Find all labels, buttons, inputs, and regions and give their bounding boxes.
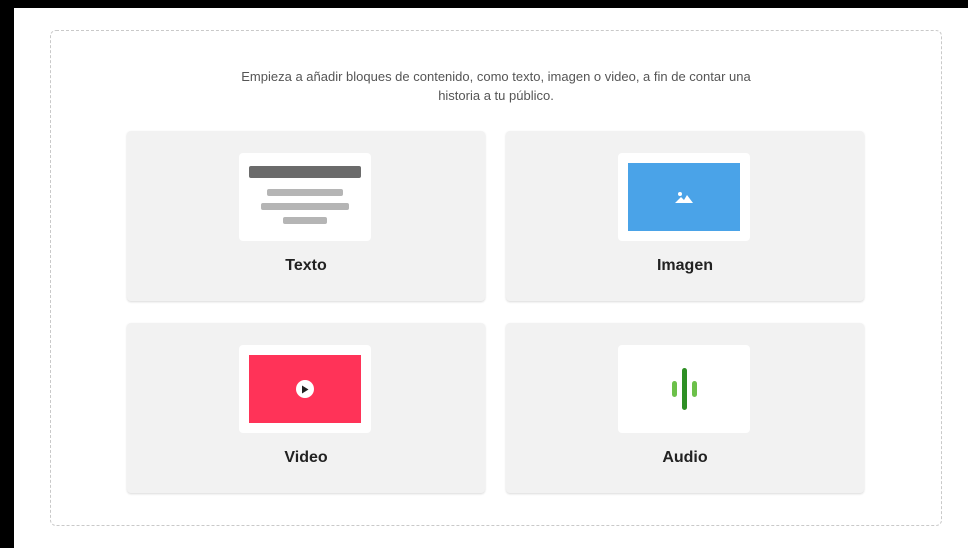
block-label-audio: Audio — [662, 449, 708, 466]
wave-bar — [671, 381, 677, 397]
heading-bar — [249, 166, 361, 178]
video-placeholder — [249, 355, 361, 423]
add-image-block-button[interactable]: Imagen — [506, 131, 864, 301]
play-icon — [296, 380, 314, 398]
block-label-image: Imagen — [656, 257, 713, 274]
video-block-icon — [239, 345, 371, 433]
text-line — [283, 217, 327, 224]
add-audio-block-button[interactable]: Audio — [506, 323, 864, 493]
text-line — [261, 203, 349, 210]
audio-block-icon — [618, 345, 750, 433]
add-video-block-button[interactable]: Video — [127, 323, 485, 493]
block-label-video: Video — [284, 449, 328, 466]
intro-text: Empieza a añadir bloques de contenido, c… — [51, 67, 941, 105]
add-text-block-button[interactable]: Texto — [127, 131, 485, 301]
wave-bar — [681, 368, 687, 410]
editor-frame: Empieza a añadir bloques de contenido, c… — [14, 8, 968, 548]
wave-bar — [691, 381, 697, 397]
text-block-icon — [239, 153, 371, 241]
content-dropzone: Empieza a añadir bloques de contenido, c… — [50, 30, 942, 526]
block-label-text: Texto — [285, 257, 327, 274]
audio-waveform-icon — [618, 345, 750, 433]
intro-line-1: Empieza a añadir bloques de contenido, c… — [241, 69, 751, 84]
intro-line-2: historia a tu público. — [438, 88, 554, 103]
mountain-picture-icon — [675, 192, 693, 203]
image-placeholder — [628, 163, 740, 231]
image-block-icon — [618, 153, 750, 241]
text-line — [267, 189, 343, 196]
